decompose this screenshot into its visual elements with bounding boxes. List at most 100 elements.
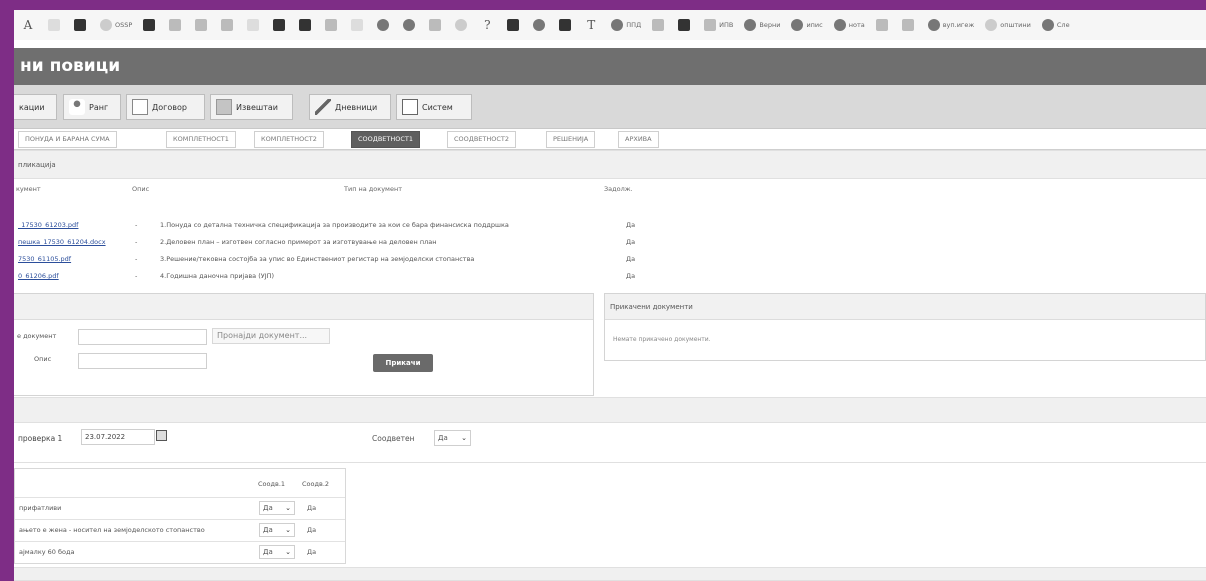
bottom-band [14,567,1206,581]
bars-icon [247,19,260,31]
app-title: ни повици [14,48,1206,85]
toolbar-reports-button[interactable]: Извештаи [210,94,293,120]
toolbar-applications-button[interactable]: кации [14,94,57,120]
toolbar-label: Дневници [335,102,378,112]
check-date-input[interactable]: 23.07.2022 [81,429,155,445]
bookmark-13[interactable] [377,14,392,36]
bookmark-5[interactable] [169,14,184,36]
bookmark-0[interactable]: A [22,14,37,36]
bookmark-22[interactable]: ППД [611,14,641,36]
tab-completeness-1[interactable]: КОМПЛЕТНОСТ1 [166,131,236,148]
bookmark-15[interactable] [429,14,444,36]
bookmark-11[interactable] [325,14,340,36]
refresh-icon [455,19,468,31]
criteria-col2-header: Соодв.2 [302,480,330,488]
drive-icon [901,19,914,31]
matches-select[interactable]: Да ⌄ [434,430,471,446]
main-toolbar: кации Ранг Договор Извештаи Дневници Сис… [14,85,1206,129]
upload-panel-header [14,294,593,320]
bookmark-16[interactable] [455,14,470,36]
bookmark-label: Верни [759,21,781,29]
bookmark-12[interactable] [351,14,366,36]
document-link[interactable]: пешка_17530_61204.docx [18,238,106,246]
row-doc-type: 1.Понуда со детална техничка спецификаци… [160,221,509,229]
tab-completeness-2[interactable]: КОМПЛЕТНОСТ2 [254,131,324,148]
bookmark-17[interactable]: ? [481,14,496,36]
bookmark-23[interactable] [652,14,667,36]
bookmark-8[interactable] [247,14,262,36]
table-icon [429,19,442,31]
bookmark-14[interactable] [403,14,418,36]
bookmark-25[interactable]: ИПВ [704,14,733,36]
bookmark-20[interactable] [559,14,574,36]
tab-suitability-2[interactable]: СООДВЕТНОСТ2 [447,131,517,148]
criteria-select[interactable]: Да ⌄ [259,501,295,515]
bookmark-7[interactable] [221,14,236,36]
bookmark-28[interactable]: нота [833,14,865,36]
criteria-select[interactable]: Да ⌄ [259,523,295,537]
criteria-row-text: ањето е жена - носител на земјоделското … [19,526,205,534]
bookmark-label: OSSP [115,21,133,29]
bookmark-3[interactable]: OSSP [100,14,132,36]
row-description: - [135,255,138,263]
criteria-table: Соодв.1 Соодв.2 прифатливи Да ⌄ Да ањето… [14,468,346,564]
table-row: пешка_17530_61204.docx - 2.Деловен план … [14,236,654,252]
application-section-header: пликација [14,150,1206,179]
bookmark-31[interactable]: вуп.игеж [927,14,974,36]
document-link[interactable]: 0_61206.pdf [18,272,59,280]
toolbar-rank-button[interactable]: Ранг [63,94,121,120]
section-title: пликација [18,161,56,169]
bookmark-30[interactable] [901,14,917,36]
grid-icon [221,19,234,31]
bookmark-26[interactable]: Верни [744,14,780,36]
bookmark-33[interactable]: Сле [1041,14,1070,36]
link-icon [169,19,182,31]
attach-button[interactable]: Прикачи [373,354,433,372]
folder-icon [216,99,232,115]
tab-offer-amount[interactable]: ПОНУДА И БАРАНА СУМА [18,131,117,148]
criteria-value-2: Да [307,548,317,556]
people-icon [652,19,665,31]
app-icon [507,19,520,31]
bookmarks-bar: A OSSP ? T ППД ИПВ Верни ипис нота вуп.и… [14,10,1206,40]
bookmark-18[interactable] [507,14,522,36]
checkbox-icon [143,19,156,31]
tab-suitability-1[interactable]: СООДВЕТНОСТ1 [351,131,421,148]
check-label: проверка 1 [18,434,63,443]
bookmark-2[interactable] [74,14,89,36]
criteria-value-2: Да [307,526,317,534]
bookmark-24[interactable] [678,14,693,36]
bookmark-21[interactable]: T [585,14,600,36]
bookmark-29[interactable] [875,14,891,36]
tab-archive[interactable]: АРХИВА [618,131,659,148]
bookmark-1[interactable] [48,14,63,36]
letter-a-icon: A [23,18,33,32]
bookmark-label: општини [1000,21,1031,29]
bookmark-32[interactable]: општини [985,14,1031,36]
bookmark-10[interactable] [299,14,314,36]
bookmark-9[interactable] [273,14,288,36]
find-document-button[interactable]: Пронајди документ... [212,328,330,344]
row-mandatory: Да [626,238,636,246]
wave-icon [351,19,364,31]
document-link[interactable]: _17530_61203.pdf [18,221,78,229]
criteria-select[interactable]: Да ⌄ [259,545,295,559]
criteria-value-2: Да [307,504,317,512]
calendar-icon[interactable] [156,430,167,441]
row-description: - [135,221,138,229]
pinterest-icon [533,19,546,31]
toolbar-journals-button[interactable]: Дневници [309,94,391,120]
bookmark-6[interactable] [195,14,210,36]
bookmark-19[interactable] [533,14,548,36]
tab-decisions[interactable]: РЕШЕНИЈА [546,131,596,148]
document-file-input[interactable] [78,329,207,345]
select-value: Да [263,526,273,534]
toolbar-contract-button[interactable]: Договор [126,94,205,120]
bookmark-27[interactable]: ипис [791,14,823,36]
description-input[interactable] [78,353,207,369]
bookmark-4[interactable] [143,14,158,36]
document-link[interactable]: 7530_61105.pdf [18,255,71,263]
chevron-down-icon: ⌄ [285,526,291,534]
chevron-down-icon: ⌄ [285,504,291,512]
toolbar-system-button[interactable]: Систем [396,94,472,120]
